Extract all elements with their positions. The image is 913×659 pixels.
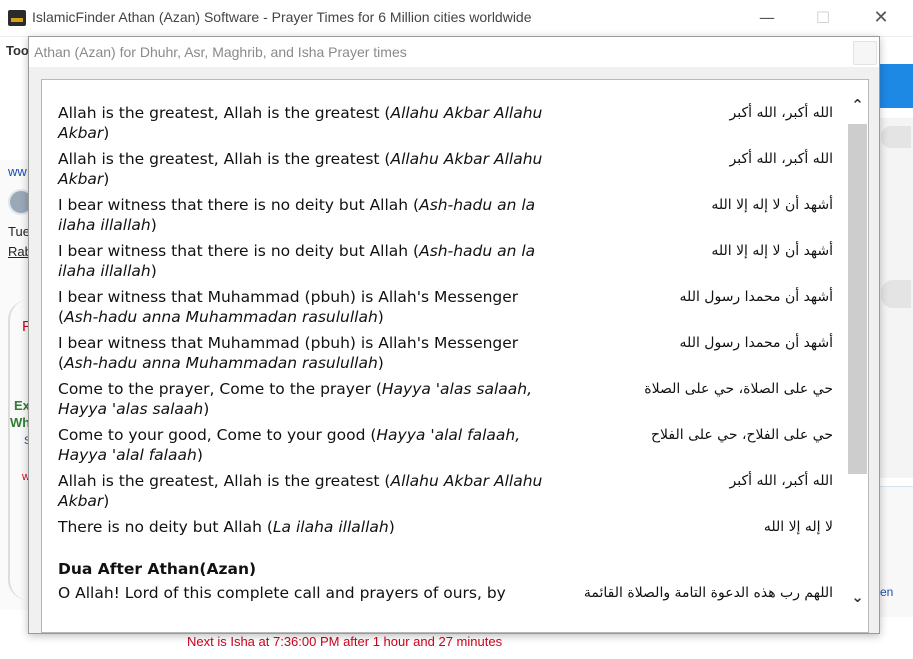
maximize-button[interactable]: ☐ — [808, 6, 838, 30]
athan-line-english: Allah is the greatest, Allah is the grea… — [58, 104, 543, 142]
athan-english-text: I bear witness that Muhammad (pbuh) is A… — [58, 288, 519, 306]
athan-line-row: Allah is the greatest, Allah is the grea… — [58, 149, 833, 189]
athan-english-text: I bear witness that there is no deity bu… — [58, 196, 409, 214]
athan-lines-list: Allah is the greatest, Allah is the grea… — [58, 103, 833, 609]
scroll-up-icon[interactable]: ⌃ — [847, 94, 868, 116]
dialog-close-button[interactable] — [853, 41, 877, 65]
background-blue-button[interactable] — [879, 64, 913, 108]
athan-english-text: Allah is the greatest, Allah is the grea… — [58, 150, 380, 168]
dua-line-english: O Allah! Lord of this complete call and … — [58, 584, 506, 602]
vertical-scrollbar[interactable]: ⌃ ⌄ — [847, 80, 868, 632]
athan-transliteration: La ilaha illallah — [272, 518, 389, 536]
athan-text-area[interactable]: Allah is the greatest, Allah is the grea… — [42, 80, 847, 632]
athan-line-row: Allah is the greatest, Allah is the grea… — [58, 103, 833, 143]
dua-line-arabic: اللهم رب هذه الدعوة التامة والصلاة القائ… — [583, 585, 833, 601]
athan-line-english: Come to the prayer, Come to the prayer (… — [58, 380, 532, 418]
main-titlebar: IslamicFinder Athan (Azan) Software - Pr… — [0, 0, 913, 37]
athan-line-english: I bear witness that Muhammad (pbuh) is A… — [58, 288, 519, 326]
athan-line-english: Allah is the greatest, Allah is the grea… — [58, 150, 543, 188]
athan-line-arabic: الله أكبر، الله أكبر — [729, 151, 833, 167]
background-right-control-2[interactable] — [881, 280, 911, 308]
athan-line-arabic: أشهد أن محمدا رسول الله — [679, 335, 833, 351]
athan-line-english: I bear witness that there is no deity bu… — [58, 196, 536, 234]
athan-line-row: I bear witness that there is no deity bu… — [58, 195, 833, 235]
athan-line-row: Come to the prayer, Come to the prayer (… — [58, 379, 833, 419]
athan-line-english: I bear witness that Muhammad (pbuh) is A… — [58, 334, 519, 372]
main-window-title: IslamicFinder Athan (Azan) Software - Pr… — [32, 9, 532, 25]
background-right-control[interactable] — [881, 126, 911, 148]
next-prayer-status: Next is Isha at 7:36:00 PM after 1 hour … — [187, 634, 503, 649]
athan-line-english: Allah is the greatest, Allah is the grea… — [58, 472, 543, 510]
athan-transliteration: Ash-hadu anna Muhammadan rasulullah — [64, 308, 378, 326]
athan-line-arabic: أشهد أن لا إله إلا الله — [711, 243, 833, 259]
athan-line-arabic: حي على الصلاة، حي على الصلاة — [644, 381, 833, 397]
athan-line-row: There is no deity but Allah (La ilaha il… — [58, 517, 833, 537]
minimize-button[interactable]: — — [752, 6, 782, 30]
athan-line-row: I bear witness that there is no deity bu… — [58, 241, 833, 281]
dialog-title: Athan (Azan) for Dhuhr, Asr, Maghrib, an… — [34, 44, 407, 60]
athan-dialog: Athan (Azan) for Dhuhr, Asr, Maghrib, an… — [28, 36, 880, 634]
dua-line-row: O Allah! Lord of this complete call and … — [58, 583, 833, 603]
athan-line-arabic: الله أكبر، الله أكبر — [729, 473, 833, 489]
background-link-fragment[interactable]: ww — [8, 164, 27, 179]
athan-english-text: Come to your good, Come to your good — [58, 426, 366, 444]
athan-english-text: Come to the prayer, Come to the prayer — [58, 380, 371, 398]
athan-english-text: There is no deity but Allah — [58, 518, 262, 536]
athan-transliteration: Ash-hadu anna Muhammadan rasulullah — [64, 354, 378, 372]
scroll-thumb[interactable] — [848, 124, 867, 474]
athan-english-text: I bear witness that there is no deity bu… — [58, 242, 409, 260]
athan-english-text: Allah is the greatest, Allah is the grea… — [58, 104, 380, 122]
athan-line-arabic: أشهد أن لا إله إلا الله — [711, 197, 833, 213]
athan-english-text: Allah is the greatest, Allah is the grea… — [58, 472, 380, 490]
athan-line-row: I bear witness that Muhammad (pbuh) is A… — [58, 287, 833, 327]
dialog-titlebar: Athan (Azan) for Dhuhr, Asr, Maghrib, an… — [29, 37, 879, 67]
athan-line-row: Come to your good, Come to your good (Ha… — [58, 425, 833, 465]
athan-line-arabic: حي على الفلاح، حي على الفلاح — [651, 427, 833, 443]
dua-section-heading: Dua After Athan(Azan) — [58, 560, 257, 578]
toolbar-label[interactable]: Too — [6, 43, 29, 58]
athan-line-arabic: لا إله إلا الله — [763, 519, 833, 535]
athan-line-english: I bear witness that there is no deity bu… — [58, 242, 536, 280]
background-date-fragment: Tue — [8, 224, 30, 239]
athan-english-text: I bear witness that Muhammad (pbuh) is A… — [58, 334, 519, 352]
athan-line-arabic: أشهد أن محمدا رسول الله — [679, 289, 833, 305]
kaaba-app-icon — [8, 10, 26, 26]
athan-line-row: Allah is the greatest, Allah is the grea… — [58, 471, 833, 511]
athan-line-english: There is no deity but Allah (La ilaha il… — [58, 518, 395, 536]
scroll-down-icon[interactable]: ⌄ — [847, 586, 868, 608]
athan-line-row: I bear witness that Muhammad (pbuh) is A… — [58, 333, 833, 373]
close-button[interactable]: ✕ — [866, 6, 896, 30]
athan-line-english: Come to your good, Come to your good (Ha… — [58, 426, 521, 464]
background-right-link[interactable]: en — [880, 585, 893, 599]
athan-text-panel: Allah is the greatest, Allah is the grea… — [41, 79, 869, 633]
athan-line-arabic: الله أكبر، الله أكبر — [729, 105, 833, 121]
